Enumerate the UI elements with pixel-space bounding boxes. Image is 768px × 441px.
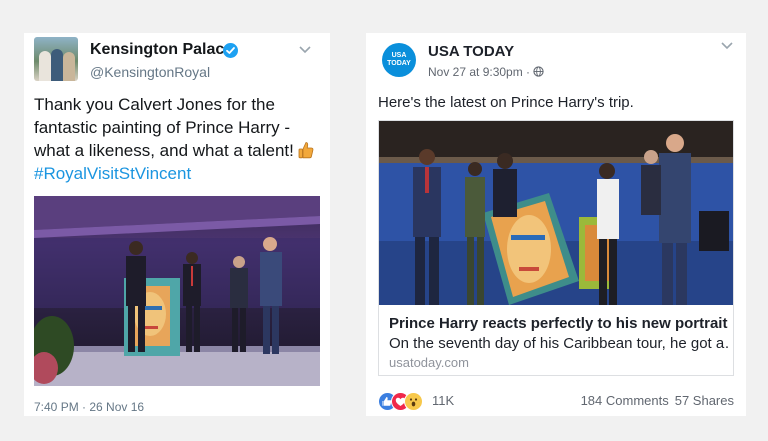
reaction-count: 11K [432,393,455,408]
tweet-text-line: Thank you Calvert Jones for the [34,95,275,114]
post-meta: Nov 27 at 9:30pm · [428,65,544,79]
post-text: Here's the latest on Prince Harry's trip… [378,94,634,111]
wow-reaction-icon [404,392,423,411]
tweet-text-line-body: what a likeness, and what a talent! [34,141,294,160]
tweet-card: Kensington Palace @KensingtonRoyal Thank… [24,33,330,416]
link-domain: usatoday.com [389,355,469,370]
link-title[interactable]: Prince Harry reacts perfectly to his new… [389,315,727,332]
globe-icon [533,66,544,77]
chevron-down-icon[interactable] [720,41,734,51]
link-preview[interactable]: Prince Harry reacts perfectly to his new… [378,120,734,376]
comments-count[interactable]: 184 Comments [581,393,669,408]
page-avatar-text: USA TODAY [387,52,411,67]
post-date[interactable]: Nov 27 at 9:30pm · [428,65,530,79]
page-name[interactable]: USA TODAY [428,43,514,60]
page-avatar[interactable]: USA TODAY [382,43,416,77]
hashtag-link[interactable]: #RoyalVisitStVincent [34,162,324,185]
engagement-summary: 184 Comments 57 Shares [581,393,734,408]
tweet-handle[interactable]: @KensingtonRoyal [90,64,210,80]
facebook-post-card: USA TODAY USA TODAY Nov 27 at 9:30pm · H… [366,33,746,416]
thumbs-up-emoji-icon [298,142,314,159]
tweet-display-name[interactable]: Kensington Palace [90,41,233,59]
chevron-down-icon[interactable] [298,45,312,55]
profile-avatar[interactable] [34,37,78,81]
link-preview-image[interactable] [379,121,733,305]
verified-badge-icon [223,43,238,58]
link-description: On the seventh day of his Caribbean tour… [389,335,729,352]
tweet-timestamp[interactable]: 7:40 PM · 26 Nov 16 [34,400,144,414]
tweet-text: Thank you Calvert Jones for the fantasti… [34,93,324,185]
tweet-text-line: what a likeness, and what a talent! [34,139,324,162]
tweet-text-line: fantastic painting of Prince Harry - [34,118,291,137]
shares-count[interactable]: 57 Shares [675,393,734,408]
tweet-photo[interactable] [34,196,320,386]
